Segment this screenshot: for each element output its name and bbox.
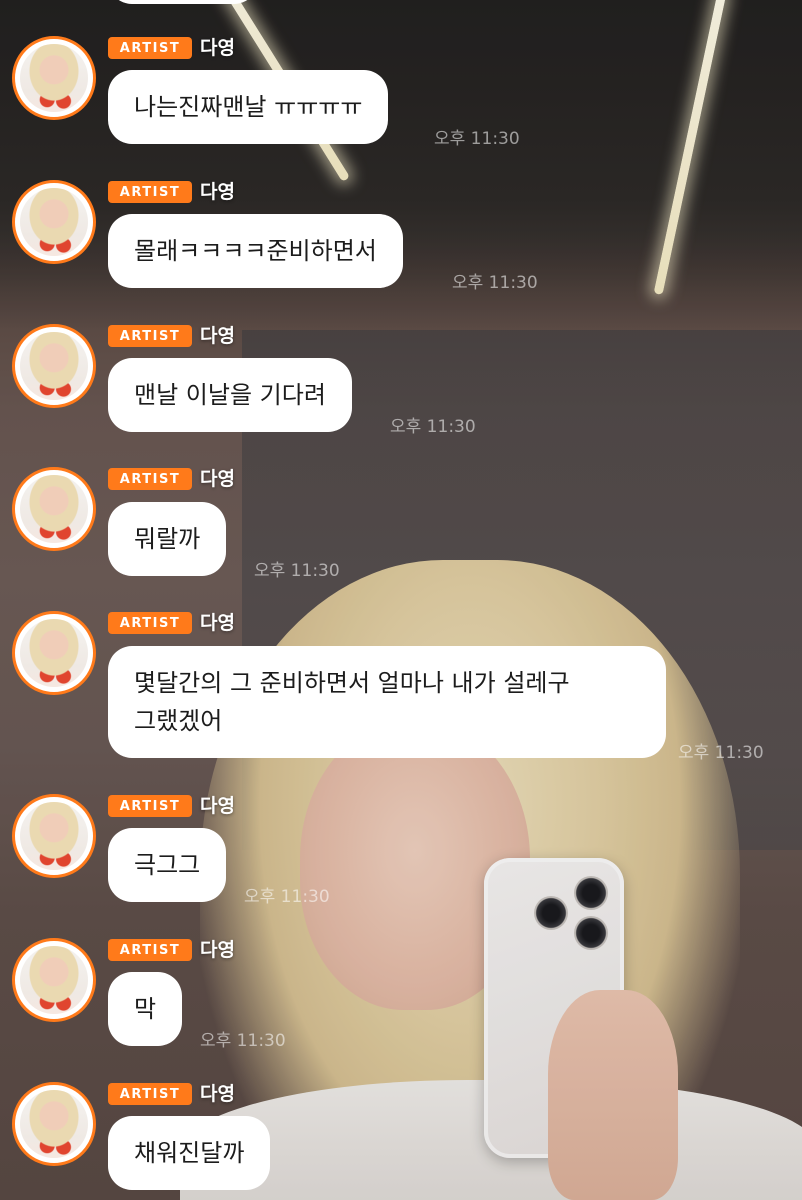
message-timestamp: 오후 11:30 (254, 561, 340, 581)
message-timestamp: 오후 11:30 (390, 417, 476, 437)
artist-badge: ARTIST (108, 795, 192, 817)
message-bubble[interactable]: 나는진짜맨날 ㅠㅠㅠㅠ (108, 70, 389, 144)
avatar[interactable] (12, 324, 96, 408)
avatar[interactable] (12, 938, 96, 1022)
message-bubble[interactable]: 극그그 (108, 828, 227, 902)
avatar[interactable] (12, 180, 96, 264)
chat-list[interactable]: ARTIST 다영 나는진짜맨날 ㅠㅠㅠㅠ 오후 11:30 ARTIST 다영… (0, 0, 802, 1200)
avatar[interactable] (12, 794, 96, 878)
sender-name: 다영 (200, 37, 235, 59)
message-line: 그랬겠어 (134, 707, 223, 735)
message-line: 몇달간의 그 준비하면서 얼마나 내가 설레구 (134, 669, 570, 697)
message-timestamp: 오후 11:30 (244, 887, 330, 907)
sender-name: 다영 (200, 612, 235, 634)
message-bubble[interactable]: 몰래ㅋㅋㅋㅋ준비하면서 (108, 214, 403, 288)
sender-name: 다영 (200, 181, 235, 203)
message-bubble[interactable]: 채워진달까 (108, 1116, 271, 1190)
artist-badge: ARTIST (108, 325, 192, 347)
previous-message-bubble (108, 0, 258, 4)
avatar[interactable] (12, 611, 96, 695)
message-timestamp: 오후 11:30 (434, 129, 520, 149)
message-timestamp: 오후 11:30 (452, 273, 538, 293)
artist-badge: ARTIST (108, 181, 192, 203)
sender-name: 다영 (200, 1083, 235, 1105)
artist-badge: ARTIST (108, 939, 192, 961)
message-bubble[interactable]: 막 (108, 972, 183, 1046)
avatar[interactable] (12, 467, 96, 551)
message-timestamp: 오후 11:30 (678, 743, 764, 763)
sender-name: 다영 (200, 795, 235, 817)
message-bubble[interactable]: 뭐랄까 (108, 502, 227, 576)
message-timestamp: 오후 11:30 (200, 1031, 286, 1051)
message-bubble[interactable]: 맨날 이날을 기다려 (108, 358, 352, 432)
avatar[interactable] (12, 1082, 96, 1166)
avatar[interactable] (12, 36, 96, 120)
sender-name: 다영 (200, 939, 235, 961)
sender-name: 다영 (200, 325, 235, 347)
message-bubble[interactable]: 몇달간의 그 준비하면서 얼마나 내가 설레구 그랬겠어 (108, 646, 666, 758)
artist-badge: ARTIST (108, 468, 192, 490)
sender-name: 다영 (200, 468, 235, 490)
artist-badge: ARTIST (108, 1083, 192, 1105)
artist-badge: ARTIST (108, 37, 192, 59)
artist-badge: ARTIST (108, 612, 192, 634)
